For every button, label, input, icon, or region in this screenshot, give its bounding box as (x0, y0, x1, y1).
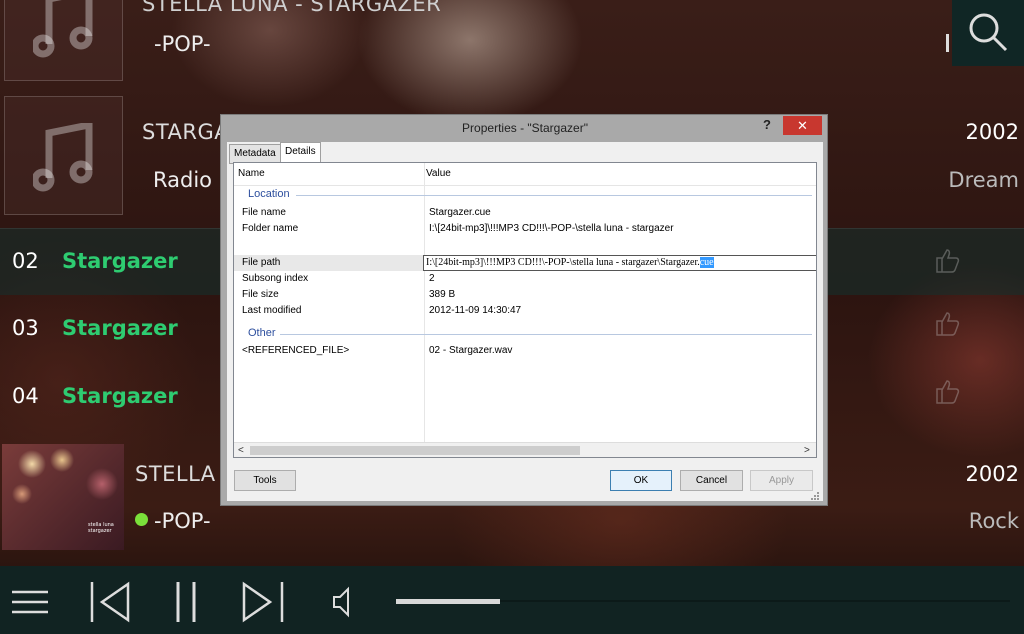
group-divider (296, 195, 812, 196)
track-title: Stargazer (62, 249, 178, 273)
help-button[interactable]: ? (763, 117, 771, 132)
group-location: Location (248, 188, 290, 200)
property-name[interactable]: Last modified (242, 305, 301, 316)
file-path-selection[interactable]: cue (699, 257, 714, 268)
dialog-title: Properties - "Stargazer" (462, 121, 588, 135)
thumbs-up-icon[interactable] (934, 245, 962, 275)
thumbs-up-icon[interactable] (934, 376, 962, 406)
header-divider (234, 185, 816, 186)
scroll-left-icon[interactable]: < (238, 443, 244, 457)
file-path-edit-field[interactable]: I:\[24bit-mp3]\!!!MP3 CD!!!\-POP-\stella… (423, 255, 816, 271)
horizontal-scrollbar[interactable]: < > (234, 442, 816, 457)
property-value[interactable]: Stargazer.cue (429, 207, 491, 218)
group-other: Other (248, 327, 276, 339)
track-title: Stargazer (62, 384, 178, 408)
column-header-name[interactable]: Name (238, 163, 265, 185)
search-button[interactable] (952, 0, 1024, 66)
file-path-text[interactable]: I:\[24bit-mp3]\!!!MP3 CD!!!\-POP-\stella… (426, 257, 700, 268)
volume-icon[interactable] (332, 586, 354, 618)
album-title: STARGA (142, 120, 230, 144)
property-name[interactable]: <REFERENCED_FILE> (242, 345, 349, 356)
progress-fill[interactable] (396, 599, 500, 604)
track-number: 04 (12, 384, 39, 408)
resize-grip-icon[interactable] (811, 492, 819, 500)
album-subtitle: Radio (153, 168, 213, 192)
tools-button[interactable]: Tools (234, 470, 296, 491)
property-name[interactable]: File name (242, 207, 286, 218)
track-number: 03 (12, 316, 39, 340)
album-genre: Dream (948, 168, 1019, 192)
thumbs-up-icon[interactable] (934, 308, 962, 338)
track-title: Stargazer (62, 316, 178, 340)
album-cover: stella luna stargazer (2, 444, 124, 550)
column-separator (424, 163, 425, 443)
cancel-button[interactable]: Cancel (680, 470, 743, 491)
track-number: 02 (12, 249, 39, 273)
menu-icon[interactable] (12, 588, 50, 616)
property-value[interactable]: I:\[24bit-mp3]\!!!MP3 CD!!!\-POP-\stella… (429, 223, 674, 234)
album-art-placeholder (4, 0, 123, 81)
property-value[interactable]: 2012-11-09 14:30:47 (429, 305, 521, 316)
close-button[interactable]: ✕ (783, 116, 822, 135)
property-name[interactable]: Folder name (242, 223, 298, 234)
previous-icon[interactable] (88, 580, 134, 624)
tab-metadata[interactable]: Metadata (229, 144, 281, 164)
music-note-icon (33, 123, 93, 192)
next-icon[interactable] (240, 580, 286, 624)
album-genre-tag: -POP- (154, 509, 211, 533)
property-name[interactable]: Subsong index (242, 273, 308, 284)
details-list[interactable]: Name Value Location File name Stargazer.… (233, 162, 817, 458)
tab-details[interactable]: Details (280, 142, 321, 164)
property-value[interactable]: 02 - Stargazer.wav (429, 345, 512, 356)
album-genre: -POP- (154, 32, 211, 56)
album-art-placeholder (4, 96, 123, 215)
scrollbar-thumb[interactable] (250, 446, 580, 455)
album-row[interactable]: STELLA LUNA - STARGAZER -POP- (0, 0, 1024, 84)
pause-icon[interactable] (172, 580, 202, 624)
album-year-fragment (946, 34, 949, 52)
apply-button[interactable]: Apply (750, 470, 813, 491)
now-playing-indicator (135, 513, 148, 526)
property-value[interactable]: 2 (429, 273, 435, 284)
group-divider (280, 334, 812, 335)
album-cover-text: stella luna stargazer (88, 522, 114, 534)
property-name[interactable]: File path (242, 257, 280, 268)
album-year: 2002 (965, 462, 1019, 486)
album-title: STELLA LUNA - STARGAZER (142, 0, 442, 16)
search-icon (969, 13, 1008, 52)
property-name[interactable]: File size (242, 289, 279, 300)
ok-button[interactable]: OK (610, 470, 672, 491)
property-value[interactable]: 389 B (429, 289, 455, 300)
album-genre: Rock (968, 509, 1019, 533)
column-header-value[interactable]: Value (426, 163, 451, 185)
scroll-right-icon[interactable]: > (804, 443, 810, 457)
album-year: 2002 (965, 120, 1019, 144)
properties-dialog: Properties - "Stargazer" ? ✕ Metadata De… (220, 114, 828, 506)
music-note-icon (33, 0, 93, 58)
dialog-body: Metadata Details Name Value Location Fil… (227, 142, 823, 501)
